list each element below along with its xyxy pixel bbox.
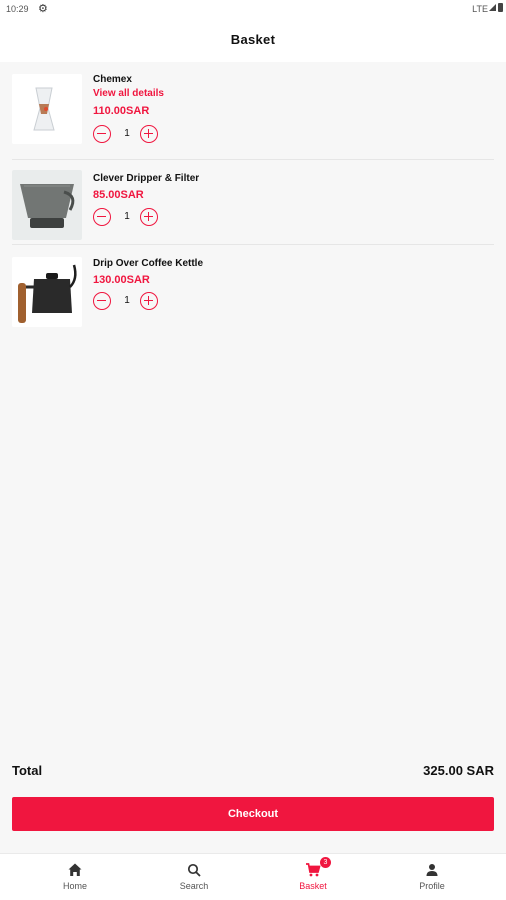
view-details-link[interactable]: View all details [93,88,164,99]
settings-gear-icon: ⚙ [38,3,48,15]
cart-icon [250,862,376,878]
item-price: 85.00SAR [93,189,144,201]
divider [12,159,494,160]
status-time: 10:29 [6,4,29,14]
bottom-nav: Home Search 3 Basket Profile [0,853,506,900]
home-icon [12,862,138,878]
nav-item-search[interactable]: Search [131,854,257,900]
decrease-quantity-button[interactable] [93,292,111,310]
status-bar: 10:29 ⚙ LTE [0,0,506,18]
nav-label: Profile [419,881,445,891]
increase-quantity-button[interactable] [140,292,158,310]
app-bar: Basket [0,18,506,62]
cart-count-badge: 3 [320,857,331,868]
nav-label: Basket [299,881,327,891]
quantity-stepper: 1 [93,208,173,228]
increase-quantity-button[interactable] [140,208,158,226]
quantity-value: 1 [124,211,130,222]
total-row: Total 325.00 SAR [12,763,494,781]
search-icon [131,862,257,878]
signal-icon [489,4,496,11]
clever-dripper-image [12,170,82,240]
nav-label: Search [179,881,209,891]
nav-item-basket[interactable]: 3 Basket [250,854,376,900]
total-value: 325.00 SAR [423,763,494,778]
network-type: LTE [472,4,488,14]
quantity-stepper: 1 [93,292,173,312]
cart-item-chemex[interactable]: Chemex View all details 110.00SAR 1 [12,72,494,157]
chemex-image [12,74,82,144]
quantity-stepper: 1 [93,125,173,145]
person-icon [369,862,495,878]
item-name: Chemex [93,74,132,85]
item-name: Clever Dripper & Filter [93,173,200,184]
nav-label: Home [62,881,87,891]
kettle-image [12,257,82,327]
item-price: 130.00SAR [93,274,150,286]
divider [12,244,494,245]
decrease-quantity-button[interactable] [93,208,111,226]
quantity-value: 1 [124,128,130,139]
nav-item-profile[interactable]: Profile [369,854,495,900]
item-price: 110.00SAR [93,105,150,117]
cart-item-kettle[interactable]: Drip Over Coffee Kettle 130.00SAR 1 [12,257,494,332]
page-title: Basket [230,32,276,47]
cart-item-clever-dripper[interactable]: Clever Dripper & Filter 85.00SAR 1 [12,170,494,245]
decrease-quantity-button[interactable] [93,125,111,143]
item-name: Drip Over Coffee Kettle [93,258,204,269]
total-label: Total [12,763,43,778]
increase-quantity-button[interactable] [140,125,158,143]
checkout-button[interactable]: Checkout [12,797,494,831]
battery-icon [498,3,503,12]
quantity-value: 1 [124,295,130,306]
nav-item-home[interactable]: Home [12,854,138,900]
